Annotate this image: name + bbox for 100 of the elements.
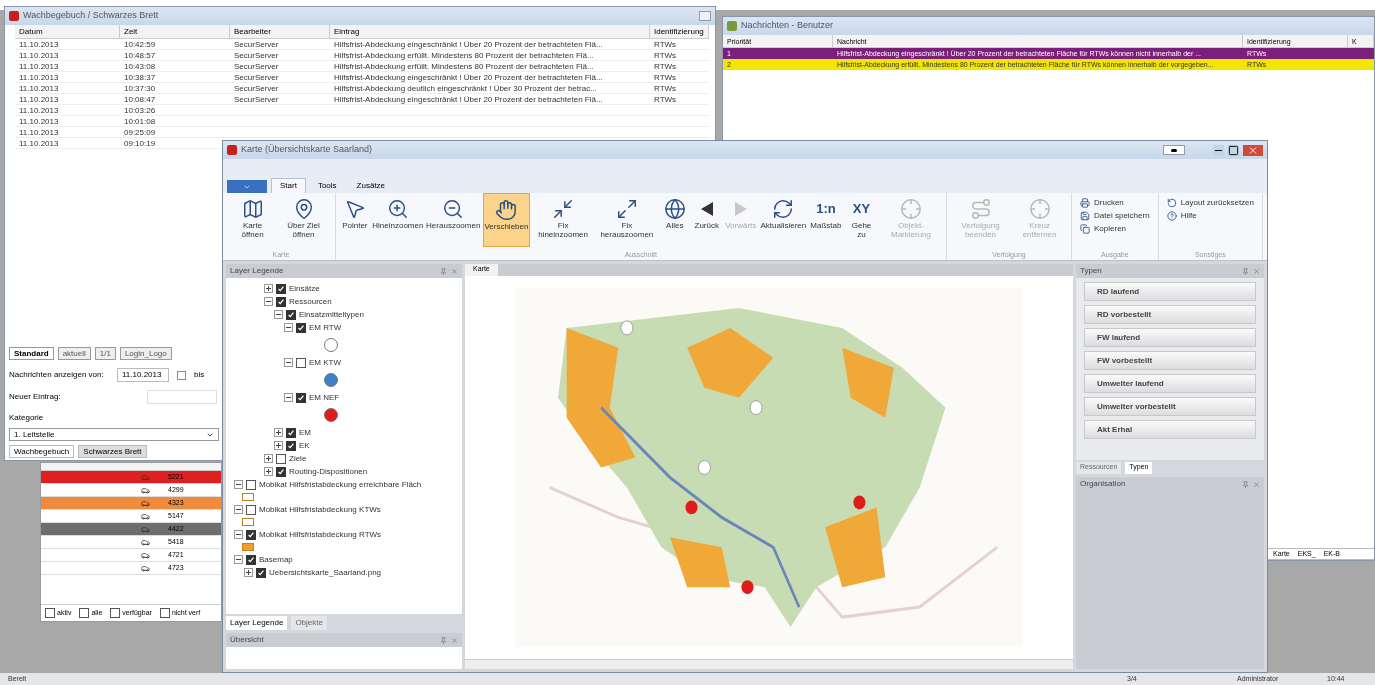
expand-icon[interactable] <box>264 284 273 293</box>
tab[interactable]: Login_Logo <box>119 347 172 360</box>
checkbox[interactable] <box>276 283 286 294</box>
expand-icon[interactable] <box>274 441 283 450</box>
layer-label[interactable]: Einsatzmitteltypen <box>299 308 364 321</box>
ribbon-small-button[interactable]: Drucken <box>1080 197 1150 209</box>
checkbox[interactable] <box>276 453 286 464</box>
checkbox[interactable] <box>246 504 256 515</box>
expand-icon[interactable] <box>264 467 273 476</box>
collapse-icon[interactable] <box>284 323 293 332</box>
ribbon-small-button[interactable]: Hilfe <box>1166 210 1254 222</box>
checkbox[interactable] <box>286 427 296 438</box>
checkbox[interactable] <box>276 466 286 477</box>
type-button[interactable]: RD laufend <box>1084 282 1256 301</box>
layer-label[interactable]: EM KTW <box>309 356 341 369</box>
tab[interactable]: 1/1 <box>94 347 116 360</box>
ribbon-button[interactable]: Karte öffnen <box>231 193 275 247</box>
ribbon-small-button[interactable]: Kopieren <box>1080 223 1150 235</box>
layer-label[interactable]: Mobikat Hilfsfristabdeckung erreichbare Fläch <box>259 478 422 491</box>
collapse-icon[interactable] <box>274 310 283 319</box>
ribbon-button[interactable]: Über Ziel öffnen <box>276 193 331 247</box>
checkbox[interactable] <box>79 607 90 618</box>
layer-label[interactable]: EM RTW <box>309 321 342 334</box>
collapse-icon[interactable] <box>234 555 243 564</box>
ribbon-button[interactable]: Fix hineinzoomen <box>532 193 594 247</box>
checkbox[interactable] <box>159 607 170 618</box>
ribbon-button[interactable]: Fix herauszoomen <box>595 193 658 247</box>
layer-label[interactable]: Einsätze <box>289 282 320 295</box>
ribbon-small-button[interactable]: Layout zurücksetzen <box>1166 197 1254 209</box>
expand-icon[interactable] <box>264 454 273 463</box>
collapse-icon[interactable] <box>234 530 243 539</box>
ribbon-button[interactable]: Zurück <box>691 193 722 247</box>
type-button[interactable]: FW vorbestellt <box>1084 351 1256 370</box>
checkbox[interactable] <box>246 479 256 490</box>
layer-label[interactable]: EM NEF <box>309 391 340 404</box>
column-header[interactable]: Datum <box>15 25 120 39</box>
layer-label[interactable]: Mobikat Hilfsfristabdeckung KTWs <box>259 503 381 516</box>
tab[interactable]: aktuell <box>57 347 91 360</box>
ribbon-small-button[interactable]: Datei speichern <box>1080 210 1150 222</box>
panel-tab[interactable]: Layer Legende <box>226 616 288 630</box>
tab[interactable]: Schwarzes Brett <box>78 445 147 458</box>
column-header[interactable]: Eintrag <box>330 25 650 39</box>
minimize-icon[interactable] <box>1213 144 1224 156</box>
checkbox[interactable] <box>296 357 306 368</box>
layer-label[interactable]: Ziele <box>289 452 307 465</box>
ribbon-button[interactable]: Verschieben <box>482 193 531 247</box>
checkbox[interactable] <box>246 554 256 565</box>
ribbon-button[interactable]: Herauszoomen <box>425 193 481 247</box>
type-button[interactable]: Umwelter laufend <box>1084 374 1256 393</box>
ribbon-button[interactable]: Hineinzoomen <box>371 193 424 247</box>
collapse-icon[interactable] <box>234 480 243 489</box>
shrink-arrows-icon <box>552 198 575 220</box>
layer-label[interactable]: Basemap <box>259 553 293 566</box>
layer-label[interactable]: EM <box>299 426 311 439</box>
ribbon-button[interactable]: Aktualisieren <box>759 193 807 247</box>
checkbox[interactable] <box>45 607 55 618</box>
column-header[interactable]: Identifizierung <box>650 25 709 39</box>
layer-label[interactable]: Mobikat Hilfsfristabdeckung RTWs <box>259 528 382 541</box>
tab[interactable]: Wachbegebuch <box>9 445 75 458</box>
collapse-icon[interactable] <box>264 297 273 306</box>
column-header[interactable]: Bearbeiter <box>230 25 330 39</box>
checkbox[interactable] <box>276 296 286 307</box>
expand-icon[interactable] <box>274 428 283 437</box>
collapse-icon[interactable] <box>234 505 243 514</box>
ribbon-tab[interactable]: Tools <box>309 178 345 193</box>
help-icon <box>1166 211 1177 221</box>
column-header[interactable]: Zeit <box>120 25 230 39</box>
layer-label[interactable]: EK <box>299 439 310 452</box>
ribbon-button[interactable]: Alles <box>659 193 690 247</box>
checkbox[interactable] <box>296 322 306 333</box>
tab[interactable]: Standard <box>9 347 54 360</box>
checkbox[interactable] <box>246 529 256 540</box>
category-select[interactable]: 1. Leitstelle <box>9 428 219 441</box>
type-button[interactable]: Akt Erhal <box>1084 420 1256 439</box>
checkbox[interactable] <box>296 392 306 403</box>
collapse-icon[interactable] <box>284 393 293 402</box>
collapse-icon[interactable] <box>284 358 293 367</box>
ribbon-button[interactable]: XY Gehe zu <box>844 193 879 247</box>
panel-tab[interactable]: Objekte <box>291 616 327 630</box>
ribbon-tab[interactable]: Zusätze <box>348 178 394 193</box>
expand-icon[interactable] <box>244 568 253 577</box>
window-options-icon[interactable] <box>1163 145 1185 155</box>
ribbon-tab[interactable]: Start <box>271 178 306 193</box>
checkbox[interactable] <box>110 607 121 618</box>
ribbon-button[interactable]: 1:n Maßstab <box>808 193 843 247</box>
horizontal-scrollbar[interactable] <box>465 659 1073 669</box>
maximize-icon[interactable] <box>1228 144 1239 156</box>
calendar-icon[interactable] <box>177 370 186 380</box>
checkbox[interactable] <box>286 440 296 451</box>
ribbon-button[interactable]: Pointer <box>339 193 370 247</box>
layer-label[interactable]: Uebersichtskarte_Saarland.png <box>269 566 382 579</box>
checkbox[interactable] <box>256 567 266 578</box>
type-button[interactable]: RD vorbestellt <box>1084 305 1256 324</box>
layer-label[interactable]: Routing-Dispositionen <box>289 465 368 478</box>
type-button[interactable]: FW laufend <box>1084 328 1256 347</box>
entry-field[interactable] <box>147 390 217 404</box>
layer-label[interactable]: Ressourcen <box>289 295 332 308</box>
type-button[interactable]: Umwelter vorbestellt <box>1084 397 1256 416</box>
checkbox[interactable] <box>286 309 296 320</box>
date-field[interactable]: 11.10.2013 <box>117 368 169 382</box>
